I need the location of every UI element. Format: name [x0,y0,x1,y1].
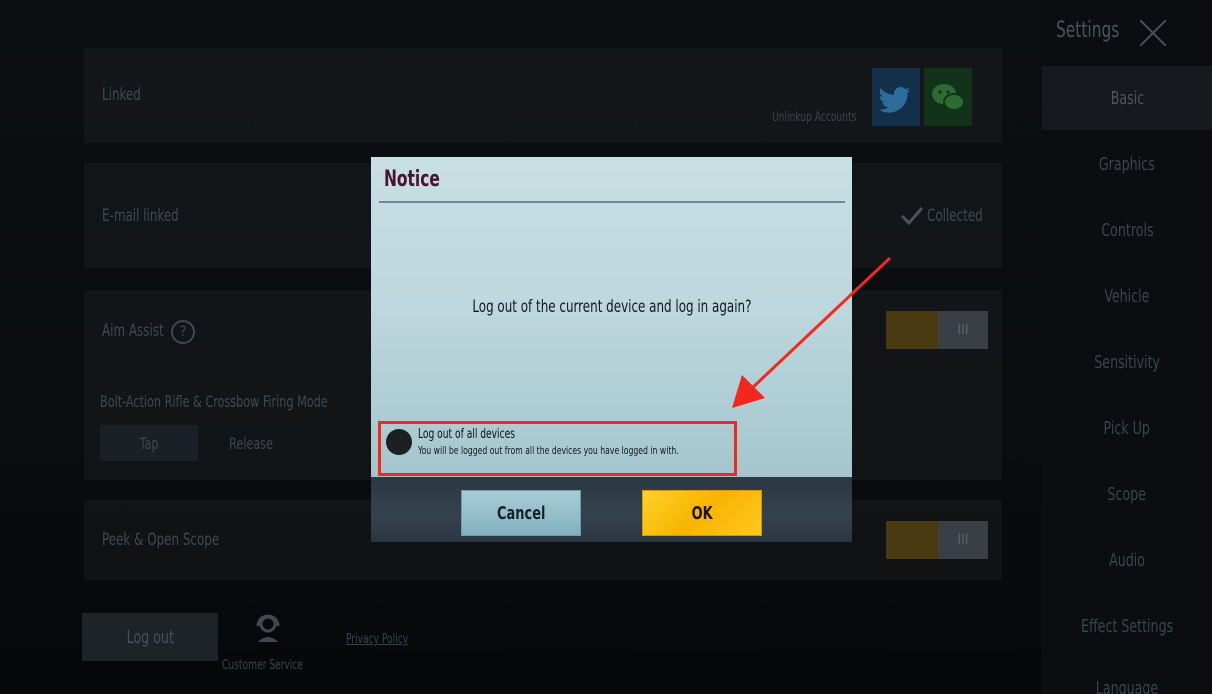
log-out-button[interactable]: Log out [82,613,218,661]
close-icon[interactable] [1137,17,1169,49]
linked-row [84,48,1002,143]
arrow-icon [732,256,892,408]
sidebar-item-controls[interactable]: Controls [1042,198,1212,262]
dialog-title: Notice [384,167,440,192]
privacy-policy-link[interactable]: Privacy Policy [346,632,408,647]
customer-service-link[interactable]: Customer Service [222,658,303,673]
release-button[interactable]: Release [202,425,300,461]
dialog-button-bar [371,477,852,542]
aim-assist-toggle[interactable]: III [886,311,988,349]
sidebar-item-basic[interactable]: Basic [1042,66,1212,130]
linked-label: Linked [102,85,141,105]
sidebar-item-language[interactable]: Language [1042,660,1212,694]
peek-open-scope-label: Peek & Open Scope [102,530,220,550]
twitter-icon[interactable] [872,68,920,126]
customer-service-icon[interactable] [254,612,282,644]
toggle-off-segment: III [938,311,988,349]
title-divider [379,201,845,203]
ok-button[interactable]: OK [642,490,762,536]
sidebar-item-scope[interactable]: Scope [1042,462,1212,526]
firing-mode-label: Bolt-Action Rifle & Crossbow Firing Mode [100,392,328,411]
sidebar-item-graphics[interactable]: Graphics [1042,132,1212,196]
toggle-on-segment [886,521,938,559]
sidebar-item-sensitivity[interactable]: Sensitivity [1042,330,1212,394]
cancel-button[interactable]: Cancel [461,490,581,536]
help-icon[interactable]: ? [171,320,195,344]
collected-status: Collected [927,206,983,226]
sidebar-item-pick-up[interactable]: Pick Up [1042,396,1212,460]
sidebar-item-effect-settings[interactable]: Effect Settings [1042,594,1212,658]
peek-toggle[interactable]: III [886,521,988,559]
settings-title: Settings [1056,18,1120,43]
toggle-off-segment: III [938,521,988,559]
unlink-accounts-link[interactable]: Unlinkup Accounts [772,110,856,125]
sidebar-item-vehicle[interactable]: Vehicle [1042,264,1212,328]
wechat-icon[interactable] [924,68,972,126]
sidebar-item-audio[interactable]: Audio [1042,528,1212,592]
highlight-box [378,421,737,476]
check-icon [900,205,924,227]
tap-button[interactable]: Tap [100,425,198,461]
aim-assist-label: Aim Assist [102,321,164,341]
email-linked-label: E-mail linked [102,206,179,226]
